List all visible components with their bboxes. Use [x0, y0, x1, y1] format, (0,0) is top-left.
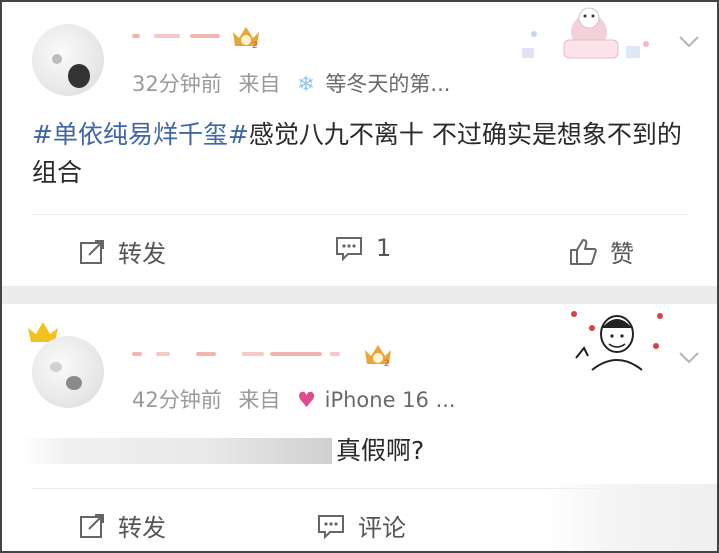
- source-prefix: 来自: [238, 72, 281, 96]
- avatar[interactable]: [32, 24, 104, 96]
- repost-icon: [80, 513, 104, 538]
- divider: [32, 214, 687, 215]
- svg-text:2: 2: [384, 359, 390, 368]
- source-name[interactable]: 等冬天的第...: [325, 72, 450, 96]
- topic-link[interactable]: #单依纯易烊千玺#: [32, 120, 249, 149]
- source-prefix: 来自: [238, 388, 281, 412]
- redacted-text: [22, 438, 332, 464]
- repost-icon: [80, 239, 104, 264]
- source-name[interactable]: iPhone 16 ...: [325, 388, 456, 412]
- watermark-overlay: [547, 484, 717, 551]
- like-label: 赞: [610, 240, 634, 268]
- snowflake-icon: ❄: [297, 72, 315, 96]
- heart-icon: ♥: [297, 388, 316, 412]
- like-button[interactable]: 赞: [568, 234, 634, 269]
- post-card[interactable]: 2 32分钟前 来自 ❄ 等冬天的第... #单依纯易烊千玺#感觉八九不离十 不…: [2, 2, 717, 286]
- username-redacted[interactable]: [132, 22, 232, 50]
- post-time: 42分钟前: [132, 388, 222, 412]
- post-text: 真假啊?: [336, 436, 425, 465]
- post-meta: 32分钟前 来自 ❄ 等冬天的第...: [132, 68, 460, 98]
- avatar[interactable]: [32, 336, 104, 408]
- repost-button[interactable]: 转发: [78, 234, 166, 269]
- cartoon-man-sticker-icon: [571, 311, 663, 371]
- comment-button[interactable]: 评论: [316, 508, 406, 543]
- comment-count: 1: [376, 234, 392, 262]
- repost-label: 转发: [118, 514, 166, 542]
- comment-label: 评论: [358, 514, 406, 542]
- svg-text:2: 2: [252, 41, 258, 50]
- vip-crown-badge-icon: 2: [365, 345, 391, 368]
- comment-icon: [318, 514, 344, 539]
- comment-icon: [336, 237, 362, 262]
- post-separator: [2, 286, 717, 304]
- repost-button[interactable]: 转发: [78, 508, 166, 543]
- vip-crown-badge-icon: 2: [233, 27, 259, 50]
- post-card[interactable]: 2 42分钟前 来自 ♥ iPhone 16 ... 真假啊? 转发 评论: [2, 304, 717, 551]
- snowman-cake-sticker-icon: [522, 7, 649, 59]
- username-redacted[interactable]: [132, 340, 352, 368]
- repost-label: 转发: [118, 240, 166, 268]
- post-content: #单依纯易烊千玺#感觉八九不离十 不过确实是想象不到的组合: [32, 116, 682, 192]
- thumbs-up-icon: [570, 238, 597, 265]
- comment-button[interactable]: 1: [334, 234, 391, 262]
- post-time: 32分钟前: [132, 72, 222, 96]
- chevron-down-icon[interactable]: [678, 346, 700, 368]
- post-content: 真假啊?: [336, 432, 424, 470]
- feed-frame: 2 32分钟前 来自 ❄ 等冬天的第... #单依纯易烊千玺#感觉八九不离十 不…: [0, 0, 719, 553]
- chevron-down-icon[interactable]: [678, 30, 700, 52]
- post-meta: 42分钟前 来自 ♥ iPhone 16 ...: [132, 384, 466, 414]
